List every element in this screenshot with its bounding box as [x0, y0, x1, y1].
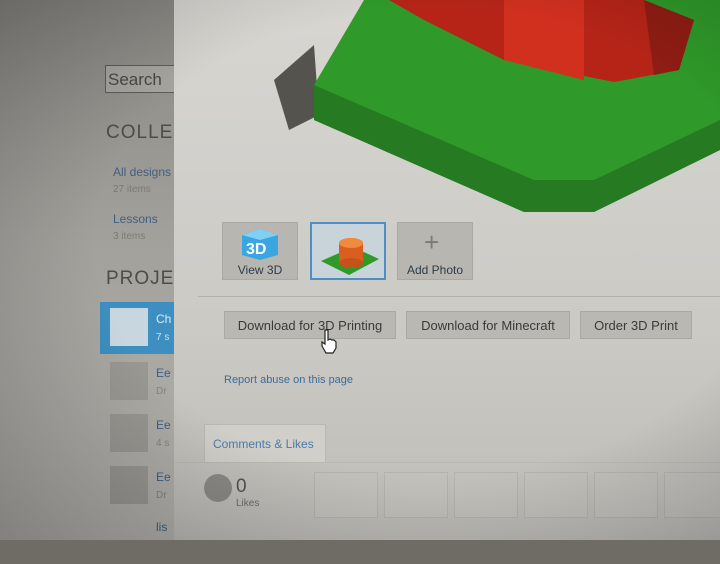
liker-avatar-slot: [524, 472, 588, 518]
project-thumbnail: [110, 414, 148, 452]
project-name: Ee: [156, 470, 171, 484]
project-meta: 4 s: [156, 438, 170, 449]
collection-link-lessons[interactable]: Lessons: [113, 212, 158, 226]
project-name: Ee: [156, 366, 171, 380]
download-3d-printing-button[interactable]: Download for 3D Printing: [224, 311, 396, 339]
report-abuse-link[interactable]: Report abuse on this page: [224, 374, 353, 386]
design-detail-panel: 3D View 3D + Add Photo Download for 3D P…: [174, 0, 720, 540]
project-meta: Dr: [156, 386, 167, 397]
liker-avatar-slot: [664, 472, 720, 518]
view-3d-button[interactable]: 3D View 3D: [222, 222, 298, 280]
projects-heading: PROJE: [106, 268, 175, 289]
3d-cube-icon: 3D: [242, 229, 278, 260]
model-thumbnail: [321, 238, 379, 275]
order-3d-print-button[interactable]: Order 3D Print: [580, 311, 692, 339]
sidebar: Search COLLE All designs 27 items Lesson…: [0, 0, 200, 540]
collections-heading: COLLE: [106, 122, 174, 143]
divider: [198, 296, 720, 297]
collection-link-all-designs[interactable]: All designs: [113, 165, 171, 179]
tab-comments-likes[interactable]: Comments & Likes: [204, 424, 326, 462]
add-photo-button[interactable]: + Add Photo: [397, 222, 473, 280]
project-thumbnail: [110, 308, 148, 346]
tab-label: Comments & Likes: [213, 437, 314, 451]
add-photo-label: Add Photo: [406, 263, 464, 277]
collection-count: 27 items: [113, 184, 151, 195]
tab-strip: Comments & Likes: [174, 424, 720, 463]
collection-count: 3 items: [113, 231, 146, 242]
model-thumbnail-button[interactable]: [310, 222, 386, 280]
like-icon[interactable]: [204, 474, 232, 502]
project-name: Ee: [156, 418, 171, 432]
project-meta: 7 s: [156, 332, 170, 343]
project-meta: Dr: [156, 490, 167, 501]
download-minecraft-button[interactable]: Download for Minecraft: [406, 311, 570, 339]
project-name: Ch: [156, 312, 172, 326]
model-shadow: [274, 45, 319, 130]
likes-count: 0: [236, 476, 247, 497]
project-thumbnail: [110, 362, 148, 400]
project-name: lis: [156, 520, 168, 534]
hand-cursor-icon: [321, 329, 337, 354]
likes-label: Likes: [236, 498, 260, 509]
view-3d-label: View 3D: [237, 263, 283, 277]
liker-avatar-slot: [594, 472, 658, 518]
3d-badge-text: 3D: [246, 241, 266, 258]
project-thumbnail: [110, 466, 148, 504]
liker-avatar-slot: [314, 472, 378, 518]
model-preview[interactable]: [174, 0, 720, 212]
liker-avatar-slot: [454, 472, 518, 518]
plus-icon: +: [424, 227, 440, 257]
liker-avatar-slot: [384, 472, 448, 518]
